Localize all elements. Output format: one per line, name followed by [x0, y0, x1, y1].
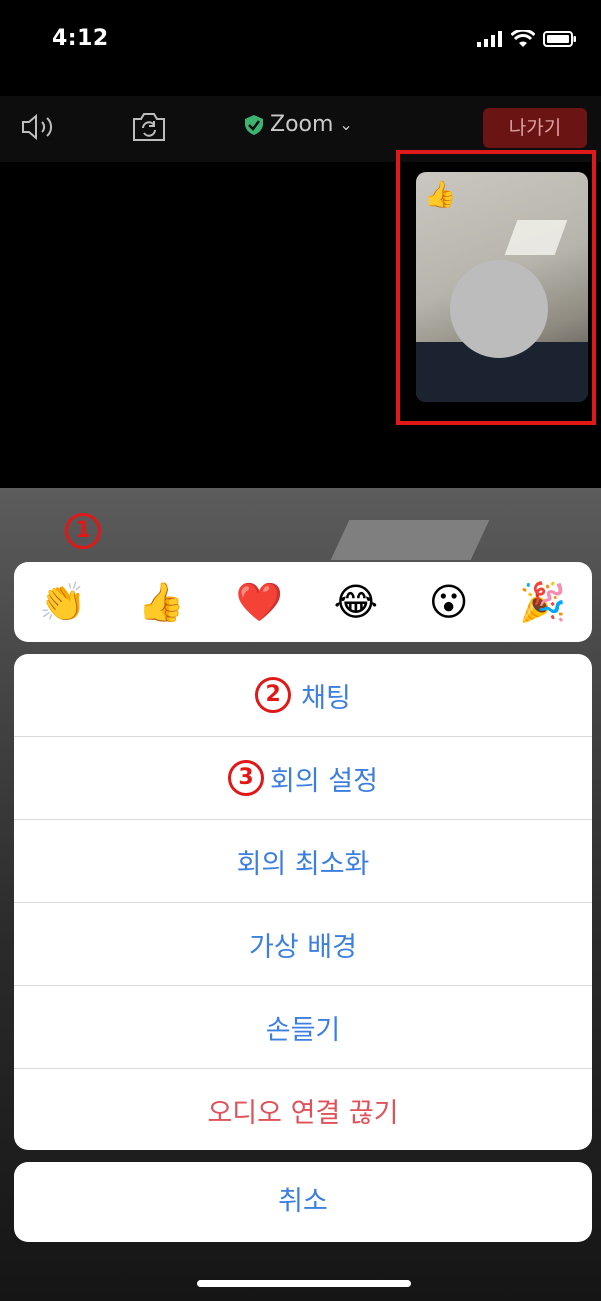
home-indicator[interactable] — [197, 1280, 411, 1287]
meeting-title[interactable]: Zoom ⌄ — [244, 112, 353, 137]
status-time: 4:12 — [52, 26, 109, 51]
meeting-settings-label: 회의 설정 — [270, 765, 378, 797]
chevron-down-icon: ⌄ — [339, 115, 353, 134]
thumbs-up-reaction[interactable]: 👍 — [137, 583, 184, 621]
heart-reaction[interactable]: ❤️ — [236, 583, 283, 621]
meeting-title-text: Zoom — [270, 112, 334, 137]
surprised-reaction[interactable]: 😮 — [429, 583, 469, 621]
laugh-reaction[interactable]: 😂 — [334, 583, 378, 621]
disconnect-audio-button[interactable]: 오디오 연결 끊기 — [14, 1069, 592, 1150]
chat-button[interactable]: 2 채팅 — [14, 654, 592, 737]
clap-reaction[interactable]: 👏 — [39, 583, 86, 621]
signal-icon — [477, 31, 502, 47]
minimize-meeting-button[interactable]: 회의 최소화 — [14, 820, 592, 903]
annotation-number-2: 2 — [255, 677, 292, 713]
leave-button[interactable]: 나가기 — [483, 108, 587, 148]
meeting-settings-button[interactable]: 3 회의 설정 — [14, 737, 592, 820]
chat-label: 채팅 — [301, 682, 351, 714]
action-sheet: 2 채팅 3 회의 설정 회의 최소화 가상 배경 손들기 오디오 연결 끊기 — [14, 654, 592, 1150]
raise-hand-button[interactable]: 손들기 — [14, 986, 592, 1069]
annotation-number-3: 3 — [228, 760, 265, 796]
battery-icon — [543, 31, 576, 47]
wifi-icon — [511, 30, 535, 47]
annotation-number-1: 1 — [65, 513, 101, 549]
camera-switch-icon[interactable] — [131, 111, 167, 147]
cancel-button[interactable]: 취소 — [14, 1162, 592, 1242]
party-reaction[interactable]: 🎉 — [519, 583, 566, 621]
status-icons — [477, 30, 577, 48]
virtual-background-button[interactable]: 가상 배경 — [14, 903, 592, 986]
reactions-bar: 👏 👍 ❤️ 😂 😮 🎉 — [14, 562, 592, 642]
shield-check-icon — [245, 114, 263, 135]
thumbnail-highlight-box — [396, 150, 596, 425]
speaker-icon[interactable] — [20, 112, 60, 146]
